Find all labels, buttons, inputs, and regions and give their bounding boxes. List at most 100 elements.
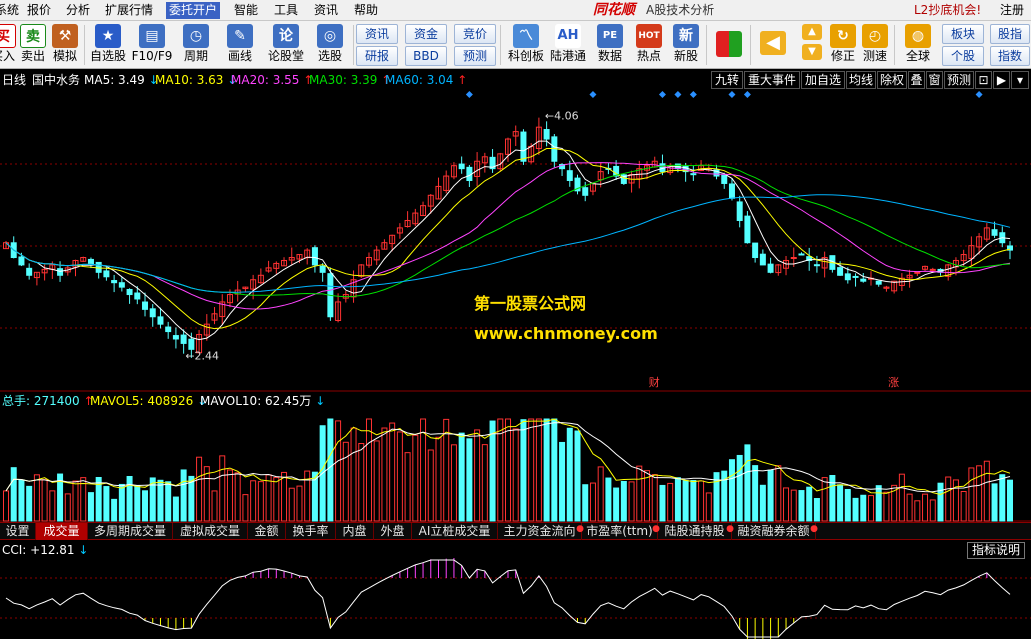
expand-arrow-icon[interactable]: ▾ — [1011, 71, 1029, 89]
period-button[interactable]: ◷ 周期 — [176, 23, 216, 67]
candlestick-chart[interactable]: ←4.06 ←2.44 财 涨 — [0, 90, 1031, 392]
stock-index-futures-button[interactable]: 股指 — [990, 24, 1030, 44]
tab-multi-period-volume[interactable]: 多周期成交量 — [88, 523, 173, 540]
back-button[interactable]: ◀ — [756, 23, 790, 67]
sector-button[interactable]: 板块 — [942, 24, 984, 44]
tab-main-capital-flow[interactable]: 主力资金流向 ● — [498, 523, 584, 540]
more-arrows-icon[interactable]: ▶ — [993, 71, 1010, 89]
auction-button[interactable]: 竞价 — [454, 24, 496, 44]
hot-topics-button[interactable]: HOT 热点 — [630, 23, 668, 67]
toolbar-separator — [500, 25, 501, 65]
bbd-button[interactable]: BBD — [405, 46, 447, 66]
ipo-button[interactable]: 新 新股 — [668, 23, 704, 67]
left-arrow-icon: ◀ — [760, 31, 786, 55]
tab-amount[interactable]: 金额 — [248, 523, 286, 540]
tab-pe-ttm[interactable]: 市盈率(ttm) ● — [582, 523, 660, 540]
index-button[interactable]: 指数 — [990, 46, 1030, 66]
layout-grid-icon — [716, 31, 742, 57]
capital-button[interactable]: 资金 — [405, 24, 447, 44]
lock-icon[interactable]: ⊡ — [975, 71, 992, 89]
period-label[interactable]: 日线 — [2, 73, 26, 87]
moving-average-button[interactable]: 均线 — [846, 71, 876, 89]
volume-bar — [404, 452, 411, 522]
menu-quote[interactable]: 报价 — [24, 2, 54, 19]
volume-bar — [157, 479, 164, 522]
candle-down — [172, 335, 179, 340]
candle-down — [180, 334, 187, 344]
tab-margin-balance[interactable]: 融资融券余额 ● — [732, 523, 818, 540]
menu-help[interactable]: 帮助 — [351, 2, 381, 19]
f10-button[interactable]: ▤ F10/F9 — [130, 23, 174, 67]
cci-chart[interactable] — [0, 558, 1031, 639]
menu-news[interactable]: 资讯 — [311, 2, 341, 19]
candle-up — [929, 268, 936, 271]
gavel-icon: ⚒ — [52, 24, 78, 48]
tab-settings[interactable]: 设置 — [0, 523, 36, 540]
window-button[interactable]: 窗 — [926, 71, 943, 89]
forum-button[interactable]: 论 论股堂 — [264, 23, 308, 67]
speed-test-button[interactable]: ◴ 测速 — [860, 23, 890, 67]
individual-stock-button[interactable]: 个股 — [942, 46, 984, 66]
volume-bar — [64, 493, 71, 522]
tab-virtual-volume[interactable]: 虚拟成交量 — [173, 523, 248, 540]
star-market-button[interactable]: 〽 科创板 — [504, 23, 548, 67]
overlay-button[interactable]: 叠 — [908, 71, 925, 89]
promo-link[interactable]: L2抄底机会! — [914, 2, 981, 19]
volume-bar — [219, 455, 226, 522]
add-watchlist-button[interactable]: 加自选 — [801, 71, 845, 89]
menu-smart[interactable]: 智能 — [231, 2, 261, 19]
menu-system[interactable]: 系统 — [0, 2, 22, 19]
forecast-button[interactable]: 预测 — [454, 46, 496, 66]
layout-grid-button[interactable] — [712, 23, 746, 67]
volume-bar — [589, 482, 596, 522]
tab-ai-volume[interactable]: AI立桩成交量 — [412, 523, 498, 540]
nine-turn-button[interactable]: 九转 — [711, 71, 743, 89]
research-button[interactable]: 研报 — [356, 46, 398, 66]
watermark-title: 第一股票公式网 — [474, 294, 587, 313]
data-button[interactable]: PE 数据 — [591, 23, 629, 67]
up-down-button[interactable]: ▲ ▼ — [798, 23, 826, 67]
watchlist-button[interactable]: ★ 自选股 — [88, 23, 128, 67]
volume-bar — [365, 418, 372, 522]
candle-down — [759, 253, 766, 266]
ex-rights-button[interactable]: 除权 — [877, 71, 907, 89]
menu-extended-market[interactable]: 扩展行情 — [102, 2, 156, 19]
volume-bar — [744, 444, 751, 522]
forecast-toggle-button[interactable]: 预测 — [944, 71, 974, 89]
register-link[interactable]: 注册 — [1000, 2, 1024, 19]
tab-inner-volume[interactable]: 内盘 — [336, 523, 374, 540]
news-button[interactable]: 资讯 — [356, 24, 398, 44]
global-button[interactable]: ◍ 全球 — [898, 23, 938, 67]
volume-bar — [705, 492, 712, 522]
hk-connect-button[interactable]: AH 陆港通 — [548, 23, 588, 67]
correction-button[interactable]: ↻ 修正 — [828, 23, 858, 67]
tab-northbound-holdings[interactable]: 陆股通持股 ● — [658, 523, 734, 540]
volume-bar — [373, 440, 380, 522]
volume-bar — [427, 449, 434, 522]
sell-button[interactable]: 卖 卖出 — [20, 23, 46, 67]
candle-up — [914, 271, 921, 274]
major-events-button[interactable]: 重大事件 — [744, 71, 800, 89]
volume-bar — [381, 427, 388, 522]
ma5-readout: MA5: 3.49 ↓ — [84, 73, 159, 87]
stock-screen-button[interactable]: ◎ 选股 — [310, 23, 350, 67]
volume-bar — [450, 444, 457, 522]
volume-bar — [837, 484, 844, 522]
indicator-help-button[interactable]: 指标说明 — [966, 542, 1025, 559]
toolbar-separator — [353, 25, 354, 65]
tab-outer-volume[interactable]: 外盘 — [374, 523, 412, 540]
menu-analysis[interactable]: 分析 — [63, 2, 93, 19]
volume-bar — [466, 438, 473, 522]
tab-volume[interactable]: 成交量 — [36, 523, 88, 540]
tab-turnover[interactable]: 换手率 — [286, 523, 336, 540]
buy-button[interactable]: 买 买入 — [0, 23, 18, 67]
volume-bar — [983, 460, 990, 522]
volume-chart[interactable] — [0, 410, 1031, 522]
volume-bar — [118, 483, 125, 522]
menu-trade-open-account[interactable]: 委托开户 — [166, 2, 221, 19]
correction-icon: ↻ — [830, 24, 856, 48]
menu-tools[interactable]: 工具 — [271, 2, 301, 19]
volume-bar — [265, 474, 272, 522]
simulate-button[interactable]: ⚒ 模拟 — [50, 23, 80, 67]
draw-line-button[interactable]: ✎ 画线 — [220, 23, 260, 67]
